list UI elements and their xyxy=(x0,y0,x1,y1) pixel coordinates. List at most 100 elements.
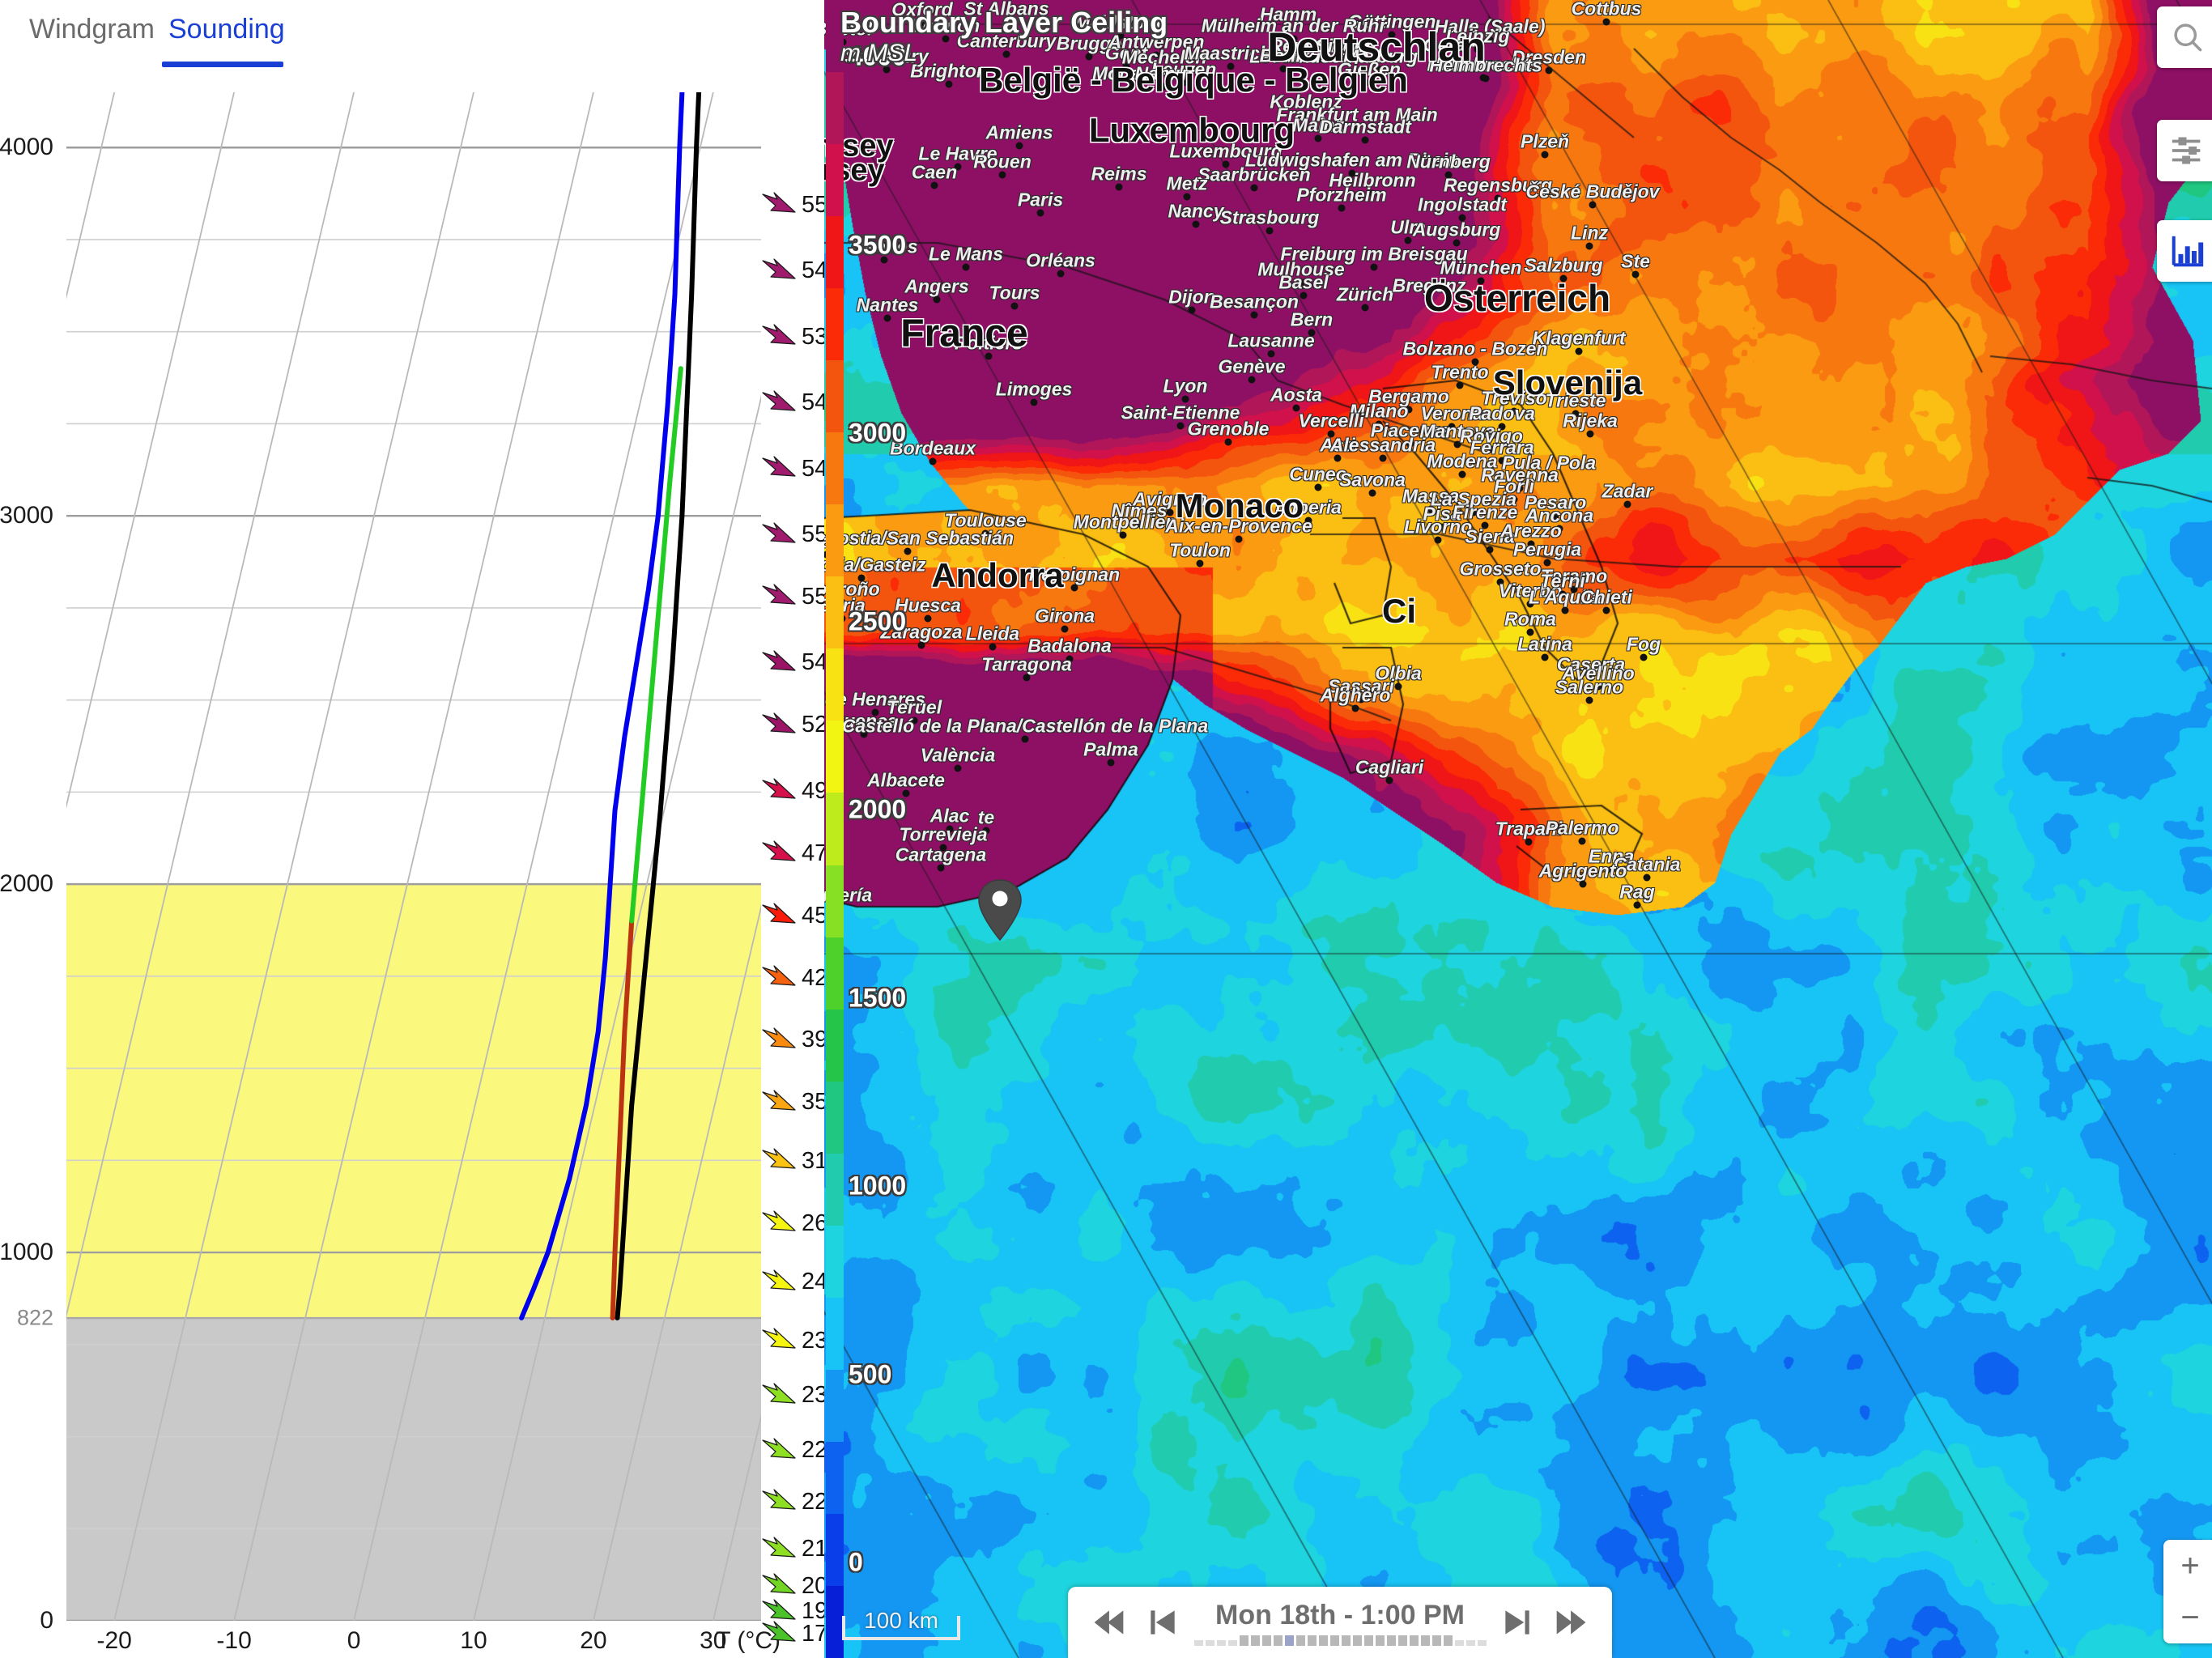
legend-color-segment xyxy=(826,0,844,74)
map-city-dot xyxy=(1370,263,1378,271)
map-place-label: Augsburg xyxy=(1412,219,1501,240)
map-place-label: Plzeň xyxy=(1520,130,1570,152)
timeline-tick[interactable] xyxy=(1193,1639,1203,1646)
map-scale-label: 100 km xyxy=(864,1608,938,1633)
timeline-tick[interactable] xyxy=(1397,1635,1407,1646)
current-time-display[interactable]: Mon 18th - 1:00 PM xyxy=(1193,1599,1487,1646)
timeline-tick[interactable] xyxy=(1477,1639,1487,1646)
current-time-label: Mon 18th - 1:00 PM xyxy=(1215,1599,1465,1630)
timeline-ticks[interactable] xyxy=(1193,1635,1487,1646)
map-place-label: Caen xyxy=(911,161,958,183)
tab-bar: Windgram Sounding xyxy=(0,0,824,76)
map-city-dot xyxy=(933,295,941,304)
step-back-icon xyxy=(1151,1610,1175,1635)
skip-to-end-button[interactable] xyxy=(1549,1600,1594,1645)
map-region-label: France xyxy=(900,312,1028,355)
timeline-tick[interactable] xyxy=(1363,1635,1373,1646)
timeline-tick[interactable] xyxy=(1273,1635,1283,1646)
map-place-label: Nancy xyxy=(1168,200,1224,222)
selected-location-pin[interactable] xyxy=(977,878,1023,942)
map-city-dot xyxy=(1368,489,1376,497)
timeline-tick[interactable] xyxy=(1307,1635,1317,1646)
timeline-tick[interactable] xyxy=(1261,1635,1271,1646)
x-axis-tick-label: 0 xyxy=(347,1627,361,1654)
active-tab-indicator xyxy=(162,62,283,67)
map-city-dot xyxy=(1578,837,1586,845)
skip-to-start-button[interactable] xyxy=(1086,1600,1131,1645)
timeline-tick[interactable] xyxy=(1250,1635,1260,1646)
map-city-dot xyxy=(942,35,950,43)
map-place-label: Castelló de la Plana/Castellón de la Pla… xyxy=(841,715,1209,737)
wind-direction-arrow-icon xyxy=(762,1328,796,1349)
sounding-svg xyxy=(66,92,761,1621)
sounding-chart: 4000 3000 2000 1000 0 822 -20 -10 0 10 20 30 T (°C)… xyxy=(0,76,827,1658)
settings-button[interactable] xyxy=(2157,120,2212,181)
legend-color-segment xyxy=(826,648,844,722)
timeline-tick[interactable] xyxy=(1409,1635,1419,1646)
time-navigation-bar[interactable]: Mon 18th - 1:00 PM xyxy=(1068,1587,1612,1658)
zoom-in-button[interactable]: + xyxy=(2163,1540,2212,1592)
map-place-label: Saarbrücken xyxy=(1197,164,1311,185)
wind-direction-arrow-icon xyxy=(762,456,796,477)
timeline-tick[interactable] xyxy=(1239,1635,1249,1646)
map-panel[interactable]: Oxford St Albans London Canterbury Maidstone… xyxy=(824,0,2212,1658)
map-place-label: Canterbury xyxy=(956,30,1057,52)
map-city-dot xyxy=(1541,151,1549,159)
map-city-dot xyxy=(1379,454,1387,462)
timeline-tick[interactable] xyxy=(1318,1635,1328,1646)
timeline-tick[interactable] xyxy=(1295,1635,1305,1646)
skip-to-start-icon xyxy=(1094,1610,1124,1635)
tab-sounding[interactable]: Sounding xyxy=(168,11,285,47)
timeline-tick[interactable] xyxy=(1205,1639,1214,1646)
wind-direction-arrow-icon xyxy=(762,1148,796,1169)
timeline-tick[interactable] xyxy=(1454,1639,1464,1646)
timeline-tick[interactable] xyxy=(1329,1635,1339,1646)
legend-color-segment xyxy=(826,1585,844,1658)
map-city-dot xyxy=(1085,53,1093,61)
timeline-tick[interactable] xyxy=(1375,1635,1385,1646)
tab-windgram[interactable]: Windgram xyxy=(29,11,155,47)
timeline-tick[interactable] xyxy=(1216,1639,1226,1646)
wind-direction-arrow-icon xyxy=(762,389,796,411)
wind-direction-arrow-icon xyxy=(762,778,796,799)
timeline-tick[interactable] xyxy=(1284,1635,1294,1646)
map-place-label: Zadar xyxy=(1602,480,1653,502)
map-place-label: Le Mans xyxy=(928,243,1004,265)
map-city-dot xyxy=(1061,625,1069,633)
map-city-dot xyxy=(1486,546,1494,554)
wind-direction-arrow-icon xyxy=(762,584,796,606)
map-region-label: Österreich xyxy=(1423,277,1611,319)
timeline-tick[interactable] xyxy=(1352,1635,1362,1646)
map-city-dot xyxy=(1456,381,1464,389)
map-city-dot xyxy=(1115,183,1123,191)
legend-color-segment xyxy=(826,721,844,794)
step-forward-button[interactable] xyxy=(1495,1600,1540,1645)
map-place-label: Alessandria xyxy=(1329,434,1436,456)
timeline-tick[interactable] xyxy=(1386,1635,1396,1646)
map-city-dot xyxy=(1183,193,1191,201)
map-city-dot xyxy=(989,643,997,651)
zoom-out-button[interactable]: − xyxy=(2163,1592,2212,1643)
timeline-tick[interactable] xyxy=(1465,1639,1475,1646)
map-city-dot xyxy=(1266,227,1274,235)
wind-direction-arrow-icon xyxy=(762,1210,796,1231)
ground-elevation-label: 822 xyxy=(16,1305,53,1330)
map-place-label: Savona xyxy=(1339,469,1406,491)
step-back-button[interactable] xyxy=(1140,1600,1185,1645)
legend-color-segment xyxy=(826,1369,844,1443)
timeline-tick[interactable] xyxy=(1431,1635,1441,1646)
legend-value-label: 500 xyxy=(849,1359,892,1388)
map-city-dot xyxy=(1338,204,1346,212)
map-city-dot xyxy=(1623,500,1631,508)
map-city-dot xyxy=(1002,50,1010,58)
timeline-tick[interactable] xyxy=(1341,1635,1351,1646)
timeline-tick[interactable] xyxy=(1227,1639,1237,1646)
timeline-tick[interactable] xyxy=(1443,1635,1453,1646)
chart-button[interactable] xyxy=(2157,220,2212,282)
search-button[interactable] xyxy=(2157,6,2212,68)
y-axis-tick-label: 0 xyxy=(40,1607,53,1634)
timeline-tick[interactable] xyxy=(1420,1635,1430,1646)
map-city-dot xyxy=(1525,838,1533,846)
skip-to-end-icon xyxy=(1556,1610,1586,1635)
zoom-controls[interactable]: + − xyxy=(2163,1540,2212,1643)
